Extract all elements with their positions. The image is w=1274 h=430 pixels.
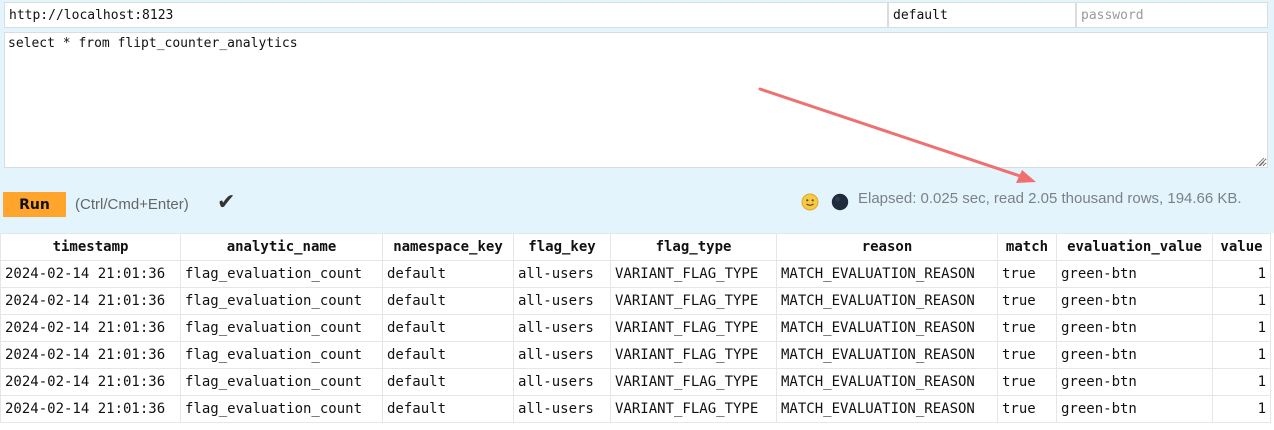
cell-value: 1 — [1212, 341, 1271, 369]
cell-evaluation-value: green-btn — [1056, 314, 1213, 342]
column-header: value — [1212, 233, 1271, 261]
cell-flag-type: VARIANT_FLAG_TYPE — [610, 341, 777, 369]
table-row: 2024-02-14 21:01:36 flag_evaluation_coun… — [0, 260, 1271, 288]
smiley-face-icon[interactable] — [801, 193, 819, 211]
cell-flag-type: VARIANT_FLAG_TYPE — [610, 314, 777, 342]
cell-match: true — [997, 314, 1057, 342]
table-row: 2024-02-14 21:01:36 flag_evaluation_coun… — [0, 314, 1271, 342]
cell-timestamp: 2024-02-14 21:01:36 — [0, 260, 181, 288]
table-row: 2024-02-14 21:01:36 flag_evaluation_coun… — [0, 395, 1271, 423]
cell-namespace-key: default — [382, 368, 514, 396]
cell-analytic-name: flag_evaluation_count — [180, 287, 383, 315]
connection-row — [4, 2, 1268, 30]
cell-timestamp: 2024-02-14 21:01:36 — [0, 314, 181, 342]
cell-namespace-key: default — [382, 395, 514, 423]
query-panel: select * from flipt_counter_analytics Ru… — [0, 0, 1274, 233]
cell-analytic-name: flag_evaluation_count — [180, 341, 383, 369]
cell-flag-key: all-users — [513, 341, 611, 369]
column-header: analytic_name — [180, 233, 383, 261]
cell-flag-key: all-users — [513, 287, 611, 315]
table-row: 2024-02-14 21:01:36 flag_evaluation_coun… — [0, 287, 1271, 315]
cell-evaluation-value: green-btn — [1056, 287, 1213, 315]
table-row: 2024-02-14 21:01:36 flag_evaluation_coun… — [0, 368, 1271, 396]
cell-reason: MATCH_EVALUATION_REASON — [776, 368, 998, 396]
success-check-icon: ✔ — [217, 190, 236, 215]
cell-value: 1 — [1212, 314, 1271, 342]
cell-flag-key: all-users — [513, 368, 611, 396]
cell-evaluation-value: green-btn — [1056, 368, 1213, 396]
column-header: reason — [776, 233, 998, 261]
cell-flag-type: VARIANT_FLAG_TYPE — [610, 395, 777, 423]
column-header: flag_type — [610, 233, 777, 261]
cell-match: true — [997, 341, 1057, 369]
cell-evaluation-value: green-btn — [1056, 395, 1213, 423]
results-table: timestamp analytic_name namespace_key fl… — [0, 233, 1271, 423]
cell-reason: MATCH_EVALUATION_REASON — [776, 395, 998, 423]
cell-evaluation-value: green-btn — [1056, 341, 1213, 369]
cell-timestamp: 2024-02-14 21:01:36 — [0, 395, 181, 423]
url-input[interactable] — [4, 2, 888, 28]
cell-flag-type: VARIANT_FLAG_TYPE — [610, 260, 777, 288]
cell-analytic-name: flag_evaluation_count — [180, 368, 383, 396]
cell-analytic-name: flag_evaluation_count — [180, 260, 383, 288]
column-header: evaluation_value — [1056, 233, 1213, 261]
cell-flag-type: VARIANT_FLAG_TYPE — [610, 287, 777, 315]
cell-timestamp: 2024-02-14 21:01:36 — [0, 341, 181, 369]
cell-evaluation-value: green-btn — [1056, 260, 1213, 288]
cell-reason: MATCH_EVALUATION_REASON — [776, 260, 998, 288]
cell-match: true — [997, 287, 1057, 315]
column-header: match — [997, 233, 1057, 261]
resize-handle-icon[interactable] — [1255, 157, 1265, 167]
column-header: timestamp — [0, 233, 181, 261]
shortcut-hint: (Ctrl/Cmd+Enter) — [75, 196, 189, 213]
column-header: namespace_key — [382, 233, 514, 261]
cell-match: true — [997, 368, 1057, 396]
cell-reason: MATCH_EVALUATION_REASON — [776, 287, 998, 315]
cell-analytic-name: flag_evaluation_count — [180, 314, 383, 342]
elapsed-stats: Elapsed: 0.025 sec, read 2.05 thousand r… — [858, 190, 1242, 207]
cell-namespace-key: default — [382, 341, 514, 369]
cell-flag-type: VARIANT_FLAG_TYPE — [610, 368, 777, 396]
header-row: timestamp analytic_name namespace_key fl… — [0, 233, 1271, 261]
cell-value: 1 — [1212, 368, 1271, 396]
cell-reason: MATCH_EVALUATION_REASON — [776, 314, 998, 342]
cell-analytic-name: flag_evaluation_count — [180, 395, 383, 423]
moon-theme-toggle-icon[interactable] — [831, 193, 849, 211]
cell-match: true — [997, 260, 1057, 288]
cell-timestamp: 2024-02-14 21:01:36 — [0, 287, 181, 315]
cell-value: 1 — [1212, 287, 1271, 315]
cell-value: 1 — [1212, 395, 1271, 423]
cell-reason: MATCH_EVALUATION_REASON — [776, 341, 998, 369]
cell-match: true — [997, 395, 1057, 423]
cell-flag-key: all-users — [513, 260, 611, 288]
cell-value: 1 — [1212, 260, 1271, 288]
cell-flag-key: all-users — [513, 395, 611, 423]
password-input[interactable] — [1076, 2, 1268, 28]
cell-namespace-key: default — [382, 287, 514, 315]
cell-timestamp: 2024-02-14 21:01:36 — [0, 368, 181, 396]
run-button[interactable]: Run — [3, 192, 66, 217]
column-header: flag_key — [513, 233, 611, 261]
user-input[interactable] — [888, 2, 1076, 28]
table-row: 2024-02-14 21:01:36 flag_evaluation_coun… — [0, 341, 1271, 369]
cell-flag-key: all-users — [513, 314, 611, 342]
cell-namespace-key: default — [382, 314, 514, 342]
query-editor[interactable]: select * from flipt_counter_analytics — [4, 32, 1268, 168]
cell-namespace-key: default — [382, 260, 514, 288]
